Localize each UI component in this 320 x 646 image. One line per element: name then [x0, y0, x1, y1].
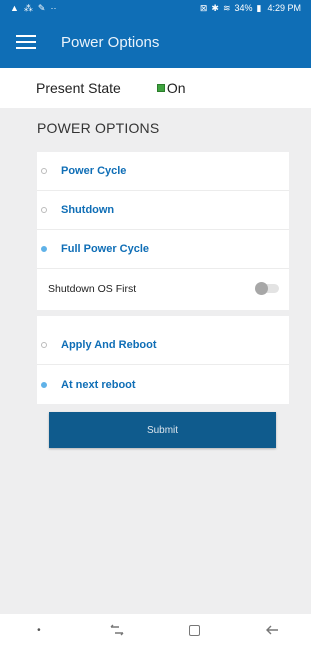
home-icon[interactable]	[182, 620, 206, 640]
status-extra: ··	[50, 3, 57, 13]
option-apply-and-reboot[interactable]: Apply And Reboot	[37, 326, 289, 365]
present-state-value: On	[156, 80, 186, 96]
pen-icon: ✎	[37, 2, 46, 13]
app-bar: Power Options	[0, 16, 311, 68]
bluetooth-icon: ✱	[211, 2, 219, 13]
radio-icon[interactable]	[41, 207, 47, 213]
option-full-power-cycle[interactable]: Full Power Cycle	[37, 230, 289, 269]
notification-icon: ▲	[10, 3, 19, 13]
status-bar-right: ⊠ ✱ ≋ 34% ▮ 4:29 PM	[200, 3, 301, 14]
power-options-card: Power Cycle Shutdown Full Power Cycle Sh…	[37, 152, 289, 310]
option-shutdown[interactable]: Shutdown	[37, 191, 289, 230]
battery-icon: ▮	[256, 2, 262, 13]
radio-icon[interactable]	[41, 342, 47, 348]
option-label: At next reboot	[61, 378, 136, 391]
page-title: Power Options	[61, 33, 160, 51]
state-indicator-icon	[156, 84, 165, 92]
battery-percent: 34%	[234, 3, 253, 13]
status-bar-left: ▲ ⁂ ✎ ··	[10, 3, 56, 14]
menu-icon[interactable]	[16, 35, 36, 49]
submit-button[interactable]: Submit	[49, 412, 276, 448]
reboot-options-card: Apply And Reboot At next reboot	[37, 316, 289, 404]
option-label: Full Power Cycle	[61, 243, 150, 255]
radio-selected-icon[interactable]	[41, 381, 47, 388]
option-at-next-reboot[interactable]: At next reboot	[37, 365, 289, 404]
clock: 4:29 PM	[267, 3, 301, 13]
radio-selected-icon[interactable]	[41, 246, 47, 252]
back-icon[interactable]	[260, 620, 284, 640]
alarm-icon: ⊠	[199, 2, 208, 13]
option-power-cycle[interactable]: Power Cycle	[37, 152, 289, 191]
option-label: Power Cycle	[61, 165, 127, 177]
status-bar: ▲ ⁂ ✎ ·· ⊠ ✱ ≋ 34% ▮ 4:29 PM	[0, 0, 311, 16]
section-title: POWER OPTIONS	[37, 120, 160, 136]
shutdown-os-first-label: Shutdown OS First	[48, 282, 137, 295]
toggle-knob	[255, 282, 268, 295]
option-label: Shutdown	[61, 204, 115, 216]
nav-bar: •	[0, 614, 311, 646]
main-content: POWER OPTIONS Power Cycle Shutdown Full …	[0, 108, 311, 614]
option-label: Apply And Reboot	[61, 339, 157, 351]
recent-apps-icon[interactable]	[105, 620, 129, 640]
radio-icon[interactable]	[41, 168, 47, 174]
dot-icon[interactable]: •	[27, 620, 51, 640]
shutdown-os-first-row: Shutdown OS First	[37, 269, 289, 308]
shutdown-os-first-toggle[interactable]	[255, 282, 279, 295]
present-state-label: Present State	[36, 80, 121, 96]
wifi-icon: ≋	[222, 2, 231, 13]
signal-icon: ⁂	[23, 2, 33, 13]
present-state-text: On	[166, 80, 186, 96]
present-state-row: Present State On	[0, 68, 311, 108]
